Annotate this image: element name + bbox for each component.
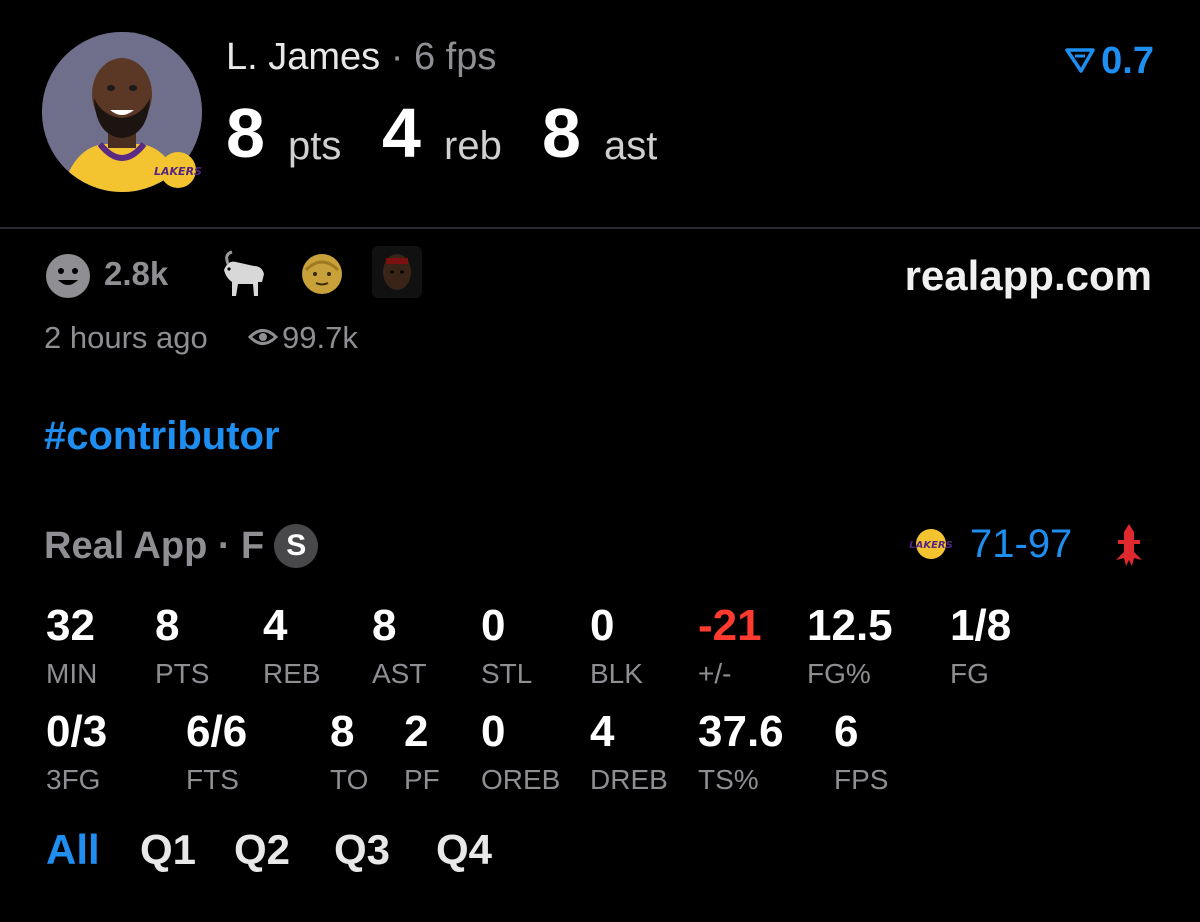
hashtag-link[interactable]: #contributor <box>44 414 280 459</box>
smile-icon[interactable] <box>44 252 92 300</box>
reb-unit: reb <box>444 124 502 168</box>
stat-fps: 6 FPS <box>834 710 888 794</box>
tab-q1[interactable]: Q1 <box>140 826 196 874</box>
stat-value: 6/6 <box>186 707 248 756</box>
stat-label: 3FG <box>46 764 101 795</box>
goat-emoji-icon[interactable] <box>218 248 270 300</box>
stat-value: 8 <box>330 707 355 756</box>
stat-value: 0/3 <box>46 707 108 756</box>
stat-label: AST <box>372 658 427 689</box>
post-time: 2 hours ago <box>44 320 208 355</box>
stat-value: 0 <box>481 601 506 650</box>
game-score[interactable]: 71-97 <box>970 522 1072 567</box>
player-face-icon[interactable] <box>372 246 422 298</box>
tab-q2[interactable]: Q2 <box>234 826 290 874</box>
tab-q3[interactable]: Q3 <box>334 826 390 874</box>
stat-label: FPS <box>834 764 889 795</box>
stat-pf: 2 PF <box>404 710 440 794</box>
ast-unit: ast <box>604 124 658 168</box>
stat-pts: 8 PTS <box>155 604 209 688</box>
stat-value: 4 <box>590 707 615 756</box>
stat-stl: 0 STL <box>481 604 532 688</box>
ast-value: 8 <box>542 94 581 172</box>
stat-ast: 8 AST <box>372 604 426 688</box>
stat-label: STL <box>481 658 533 689</box>
stat-value: 8 <box>155 601 180 650</box>
reaction-count: 2.8k <box>104 255 169 292</box>
stat-reb: 4 REB <box>263 604 321 688</box>
game-source[interactable]: Real App · F S <box>44 524 319 568</box>
reb-value: 4 <box>382 94 421 172</box>
stat-value: 2 <box>404 707 429 756</box>
stat-label: OREB <box>481 764 561 795</box>
stat-min: 32 MIN <box>46 604 97 688</box>
stat-fg: 1/8 FG <box>950 604 1011 688</box>
stat-value: 37.6 <box>698 707 784 756</box>
stat-label: PF <box>404 764 440 795</box>
rockets-logo-icon <box>1108 522 1150 568</box>
tab-all[interactable]: All <box>46 826 100 874</box>
stat-label: +/- <box>698 658 732 689</box>
pts-value: 8 <box>226 94 265 172</box>
stat-label: FTS <box>186 764 239 795</box>
stat-value: 0 <box>481 707 506 756</box>
stat-value: 8 <box>372 601 397 650</box>
s-badge: S <box>274 524 319 568</box>
svg-text:LAKERS: LAKERS <box>909 540 953 551</box>
stat-label: REB <box>263 658 321 689</box>
rating-value: 0.7 <box>1101 40 1154 82</box>
player-fps: 6 fps <box>413 36 497 78</box>
separator: · <box>390 36 404 78</box>
stat-fg-pct: 12.5 FG% <box>807 604 893 688</box>
stat-value: 32 <box>46 601 95 650</box>
stat-value: 1/8 <box>950 601 1012 650</box>
stat-value: 12.5 <box>807 601 893 650</box>
eye-icon <box>247 326 279 348</box>
stat-value: -21 <box>698 601 762 650</box>
stat-label: TO <box>330 764 369 795</box>
stat-value: 4 <box>263 601 288 650</box>
stat-label: FG% <box>807 658 871 689</box>
stat-blk: 0 BLK <box>590 604 643 688</box>
stat-label: TS% <box>698 764 759 795</box>
game-source-label: Real App · F <box>44 524 265 567</box>
stat-plus-minus: -21 +/- <box>698 604 762 688</box>
rating[interactable]: 0.7 <box>1065 40 1154 83</box>
old-man-emoji-icon[interactable] <box>298 250 346 298</box>
divider <box>0 227 1200 229</box>
tab-q4[interactable]: Q4 <box>436 826 492 874</box>
stat-label: PTS <box>155 658 210 689</box>
stat-label: DREB <box>590 764 668 795</box>
real-rating-icon <box>1065 40 1095 83</box>
stat-dreb: 4 DREB <box>590 710 668 794</box>
stat-oreb: 0 OREB <box>481 710 560 794</box>
pts-unit: pts <box>288 124 342 168</box>
brand-link[interactable]: realapp.com <box>905 252 1152 300</box>
view-count: 99.7k <box>282 320 358 355</box>
stat-3fg: 0/3 3FG <box>46 710 107 794</box>
stat-label: FG <box>950 658 989 689</box>
stat-to: 8 TO <box>330 710 368 794</box>
svg-text:LAKERS: LAKERS <box>154 165 202 178</box>
player-header[interactable]: L. James · 6 fps <box>226 36 496 79</box>
player-name: L. James <box>226 36 381 78</box>
stat-ts-pct: 37.6 TS% <box>698 710 784 794</box>
lakers-logo-icon: LAKERS <box>148 148 208 192</box>
stat-label: BLK <box>590 658 643 689</box>
stat-value: 6 <box>834 707 859 756</box>
stat-label: MIN <box>46 658 98 689</box>
stat-value: 0 <box>590 601 615 650</box>
lakers-logo-icon: LAKERS <box>902 524 960 564</box>
stat-fts: 6/6 FTS <box>186 710 247 794</box>
